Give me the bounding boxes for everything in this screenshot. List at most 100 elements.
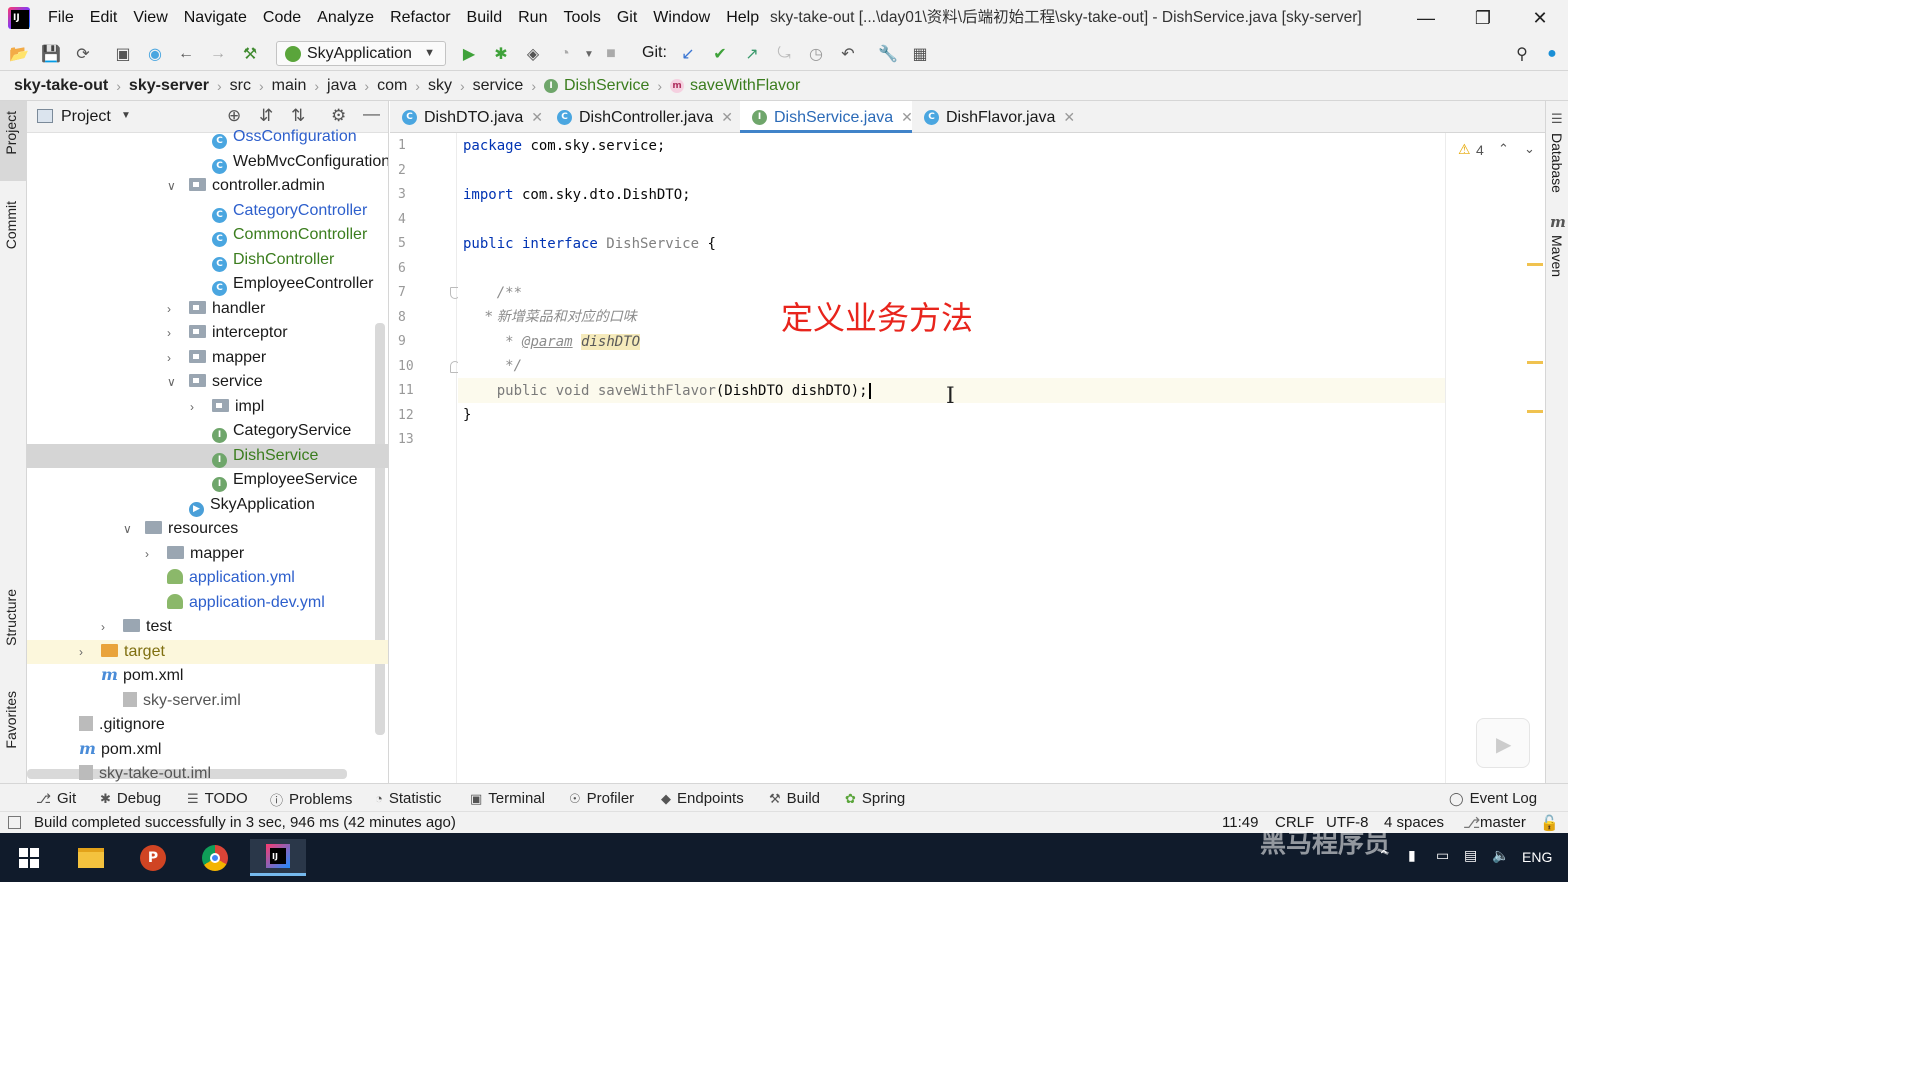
menu-refactor[interactable]: Refactor — [382, 0, 458, 36]
tool-build[interactable]: ⚒ Build — [769, 790, 820, 807]
minimize-icon[interactable]: — — [1398, 0, 1454, 36]
rollback-icon[interactable]: ↶ — [837, 43, 859, 65]
tree-item[interactable]: m pom.xml — [27, 664, 388, 689]
tree-item[interactable]: C OssConfiguration — [27, 125, 388, 150]
coverage-icon[interactable]: ◈ — [522, 43, 544, 65]
tree-item[interactable]: › interceptor — [27, 321, 388, 346]
breadcrumb-item[interactable]: sky-server — [129, 77, 209, 95]
battery-icon[interactable]: ▭ — [1436, 847, 1449, 864]
tool-tab-favorites[interactable]: Favorites — [3, 691, 19, 749]
menu-analyze[interactable]: Analyze — [309, 0, 382, 36]
breadcrumb-item-interface[interactable]: I DishService — [544, 77, 649, 95]
git-update-icon[interactable]: ↙ — [677, 43, 699, 65]
warning-icon[interactable]: ⚠ — [1458, 141, 1471, 158]
git-push-icon[interactable]: ↗ — [741, 43, 763, 65]
breadcrumb-item[interactable]: sky-take-out — [14, 77, 108, 95]
project-structure-icon[interactable]: ▦ — [909, 43, 931, 65]
search-icon[interactable]: ⚲ — [1511, 43, 1533, 65]
collapse-all-icon[interactable]: ⇅ — [291, 106, 305, 126]
tree-item[interactable]: C EmployeeController — [27, 272, 388, 297]
tree-item[interactable]: I EmployeeService — [27, 468, 388, 493]
git-branch[interactable]: master — [1480, 814, 1526, 831]
lock-icon[interactable]: 🔓 — [1540, 814, 1559, 832]
tool-terminal[interactable]: ▣ Terminal — [470, 790, 545, 807]
caret-position[interactable]: 11:49 — [1222, 814, 1258, 831]
close-tab-icon[interactable]: ✕ — [531, 109, 543, 125]
open-folder-icon[interactable]: 📂 — [8, 43, 30, 65]
warning-marker[interactable] — [1527, 410, 1543, 413]
video-play-button[interactable]: ▶ — [1476, 718, 1530, 768]
tree-item[interactable]: ∨ controller.admin — [27, 174, 388, 199]
file-explorer-icon[interactable] — [68, 839, 114, 876]
class-icon[interactable]: ◉ — [144, 43, 166, 65]
menu-view[interactable]: View — [125, 0, 175, 36]
tree-item[interactable]: .gitignore — [27, 713, 388, 738]
profile-icon[interactable]: ◔ — [554, 43, 576, 65]
menu-help[interactable]: Help — [718, 0, 767, 36]
tree-item[interactable]: › test — [27, 615, 388, 640]
chrome-icon[interactable] — [192, 839, 238, 876]
menu-edit[interactable]: Edit — [82, 0, 126, 36]
tool-tab-project[interactable]: Project — [3, 111, 19, 155]
debug-icon[interactable]: ✱ — [490, 43, 512, 65]
tool-event-log[interactable]: ◯ Event Log — [1449, 790, 1537, 807]
tree-item[interactable]: › mapper — [27, 346, 388, 371]
tree-item[interactable]: ∨ resources — [27, 517, 388, 542]
menu-file[interactable]: File — [40, 0, 82, 36]
tree-item[interactable]: C WebMvcConfiguration — [27, 150, 388, 175]
back-arrow-icon[interactable]: ← — [175, 43, 197, 65]
chevron-right-icon[interactable]: › — [167, 297, 171, 322]
tree-item[interactable]: › impl — [27, 395, 388, 420]
menu-build[interactable]: Build — [459, 0, 511, 36]
status-message[interactable]: Build completed successfully in 3 sec, 9… — [34, 814, 456, 831]
menu-window[interactable]: Window — [645, 0, 718, 36]
tree-item[interactable]: C DishController — [27, 248, 388, 273]
chevron-right-icon[interactable]: › — [167, 321, 171, 346]
build-hammer-icon[interactable]: ⚒ — [239, 43, 261, 65]
close-tab-icon[interactable]: ✕ — [721, 109, 733, 125]
chevron-up-icon[interactable]: ⌃ — [1498, 141, 1509, 157]
chevron-right-icon[interactable]: › — [145, 542, 149, 567]
stop-icon[interactable]: ■ — [600, 43, 622, 65]
folder-icon[interactable]: ▣ — [112, 43, 134, 65]
tool-statistic[interactable]: ◔ Statistic — [375, 790, 441, 807]
tool-spring[interactable]: ✿ Spring — [845, 790, 905, 807]
menu-navigate[interactable]: Navigate — [176, 0, 255, 36]
indent-setting[interactable]: 4 spaces — [1384, 814, 1444, 831]
locate-icon[interactable]: ⊕ — [227, 106, 241, 126]
chevron-down-icon[interactable]: ∨ — [167, 174, 176, 199]
tree-item[interactable]: application-dev.yml — [27, 591, 388, 616]
breadcrumb-item[interactable]: com — [377, 77, 407, 95]
network-icon[interactable]: ▤ — [1464, 847, 1477, 864]
forward-arrow-icon[interactable]: → — [207, 43, 229, 65]
chevron-down-icon[interactable]: ⌄ — [1524, 141, 1535, 157]
menu-code[interactable]: Code — [255, 0, 309, 36]
chevron-down-icon[interactable]: ▼ — [121, 110, 131, 121]
restore-icon[interactable]: ❐ — [1455, 0, 1511, 36]
hide-panel-icon[interactable]: — — [363, 104, 380, 124]
tab-dishservice[interactable]: I DishService.java ✕ — [740, 101, 913, 133]
chevron-down-icon[interactable]: ∨ — [123, 517, 132, 542]
warning-marker[interactable] — [1527, 263, 1543, 266]
chevron-right-icon[interactable]: › — [167, 346, 171, 371]
tree-item[interactable]: C CategoryController — [27, 199, 388, 224]
warning-marker[interactable] — [1527, 361, 1543, 364]
history-icon[interactable]: ◷ — [805, 43, 827, 65]
tree-item[interactable]: › mapper — [27, 542, 388, 567]
warning-count[interactable]: 4 — [1476, 142, 1484, 158]
tab-dishflavor[interactable]: C DishFlavor.java ✕ — [912, 101, 1080, 133]
windows-start-icon[interactable] — [6, 839, 52, 876]
breadcrumb-item[interactable]: service — [473, 77, 524, 95]
tool-todo[interactable]: ☰ TODO — [187, 790, 248, 807]
chevron-up-icon[interactable]: ⌃ — [1378, 847, 1390, 864]
close-tab-icon[interactable]: ✕ — [1063, 109, 1075, 125]
tree-item[interactable]: I DishService — [27, 443, 388, 468]
tree-item[interactable]: application.yml — [27, 566, 388, 591]
tool-git[interactable]: ⎇ Git — [36, 790, 76, 807]
tree-item[interactable]: C CommonController — [27, 223, 388, 248]
gear-icon[interactable]: ⚙ — [331, 106, 346, 126]
menu-tools[interactable]: Tools — [555, 0, 608, 36]
breadcrumb-item[interactable]: main — [272, 77, 307, 95]
chevron-right-icon[interactable]: › — [79, 640, 83, 665]
powerpoint-icon[interactable]: P — [130, 839, 176, 876]
